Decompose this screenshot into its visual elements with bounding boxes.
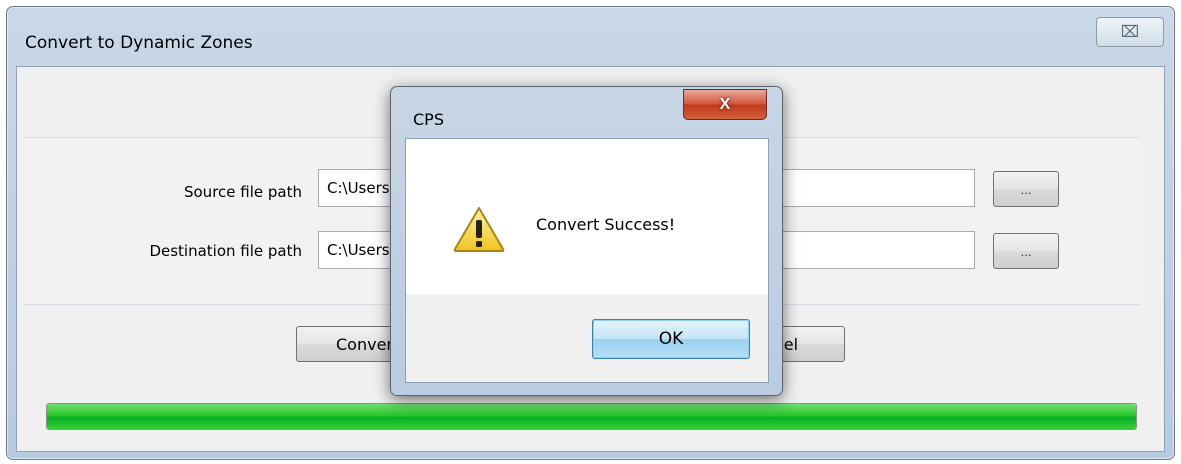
progress-fill (47, 404, 1136, 429)
warning-icon (453, 207, 505, 252)
destination-browse-button[interactable]: ... (993, 233, 1059, 269)
dialog-body: Convert Success! OK (405, 138, 769, 383)
window-title: Convert to Dynamic Zones (25, 33, 253, 53)
progress-bar (46, 403, 1137, 430)
destination-path-label: Destination file path (149, 242, 302, 260)
source-browse-button[interactable]: ... (993, 171, 1059, 207)
window-close-button[interactable]: ⌧ (1096, 17, 1164, 47)
dialog-title: CPS (413, 110, 444, 129)
dialog-close-button[interactable]: X (683, 89, 767, 120)
cps-dialog: CPS X Convert Success! OK (390, 86, 783, 396)
dialog-message: Convert Success! (536, 215, 676, 234)
ok-button[interactable]: OK (592, 319, 750, 359)
source-path-label: Source file path (183, 183, 302, 201)
